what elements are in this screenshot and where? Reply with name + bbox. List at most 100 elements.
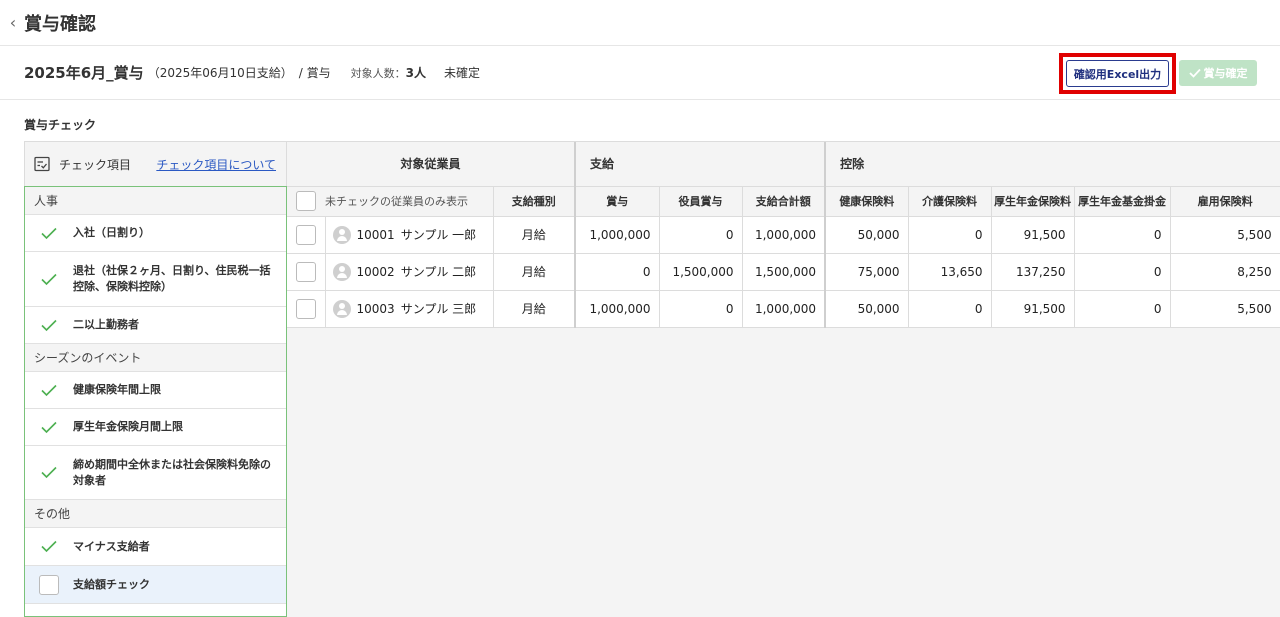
check-item-label: 二以上勤務者 [73,318,139,331]
check-panel-title: チェック項目 [59,157,132,172]
check-icon [25,227,73,240]
cell-executive-bonus: 1,500,000 [659,253,743,291]
chevron-left-icon[interactable]: ‹ [2,13,24,32]
group-header-deduction: 控除 [825,142,1280,187]
check-item-full-leave-exemption[interactable]: 締め期間中全休または社会保険料免除の対象者 [25,446,286,500]
cell-care-insurance: 0 [908,216,992,254]
col-pension-fund: 厚生年金基金掛金 [1074,186,1171,217]
excel-export-button[interactable]: 確認用Excel出力 [1066,60,1169,87]
only-unchecked-filter[interactable]: 未チェックの従業員のみ表示 [325,186,494,217]
target-count-label: 対象人数： [350,66,406,80]
group-header-payment: 支給 [575,142,827,187]
employee-name: サンプル 一郎 [400,228,477,242]
check-item-multiple-employment[interactable]: 二以上勤務者 [25,307,286,344]
employee-name: サンプル 二郎 [400,265,477,279]
check-item-negative-pay[interactable]: マイナス支給者 [25,528,286,566]
row-checkbox[interactable] [295,261,316,282]
cell-payment-total: 1,000,000 [742,216,827,254]
payment-type: 月給 [493,290,577,328]
check-icon [25,540,73,553]
check-item-label: 締め期間中全休または社会保険料免除の対象者 [73,457,271,487]
cell-bonus: 1,000,000 [575,290,660,328]
cell-employment-insurance: 5,500 [1170,216,1280,254]
cell-pension-fund: 0 [1074,290,1171,328]
check-icon [25,421,73,434]
check-item-pension-monthly-cap[interactable]: 厚生年金保険月間上限 [25,409,286,446]
check-item-label: 入社（日割り） [73,226,150,239]
check-item-join[interactable]: 入社（日割り） [25,215,286,252]
payment-type: 月給 [493,216,577,254]
status-badge: 未確定 [444,66,481,80]
bonus-confirm-label: 賞与確定 [1203,67,1248,80]
cell-executive-bonus: 0 [659,216,743,254]
cell-employment-insurance: 8,250 [1170,253,1280,291]
col-pension-insurance: 厚生年金保険料 [991,186,1075,217]
check-panel-header: チェック項目 チェック項目について [24,141,287,186]
payment-type: 月給 [493,253,577,291]
employee-id: 10003 [356,301,395,316]
check-items-help-link[interactable]: チェック項目について [156,156,276,173]
col-care-insurance: 介護保険料 [908,186,992,217]
check-item-health-annual-cap[interactable]: 健康保険年間上限 [25,372,286,409]
employee-name: サンプル 三郎 [400,302,477,316]
cell-pension-insurance: 137,250 [991,253,1075,291]
col-health-insurance: 健康保険料 [825,186,909,217]
page-title: 賞与確認 [24,13,96,35]
employee-table-area: 対象従業員 支給 控除 未チェックの従業員のみ表示 支給種別 賞与 役員賞与 支… [287,141,1280,617]
check-icon [1188,68,1201,78]
avatar [332,225,351,244]
select-all-checkbox[interactable] [296,191,316,211]
target-count: 3人 [405,66,426,80]
cell-payment-total: 1,000,000 [742,290,827,328]
col-executive-bonus: 役員賞与 [659,186,743,217]
cell-health-insurance: 50,000 [825,290,909,328]
check-item-label: 支給額チェック [73,577,150,591]
bonus-confirm-button[interactable]: 賞与確定 [1179,60,1257,86]
cell-pension-insurance: 91,500 [991,216,1075,254]
avatar [332,262,351,281]
cell-employment-insurance: 5,500 [1170,290,1280,328]
cell-care-insurance: 0 [908,290,992,328]
cell-pension-fund: 0 [1074,253,1171,291]
check-category-hr: 人事 [25,187,286,215]
cell-executive-bonus: 0 [659,290,743,328]
cell-pension-fund: 0 [1074,216,1171,254]
employee-id: 10002 [356,264,395,279]
check-item-label: 健康保険年間上限 [73,383,161,396]
table-row[interactable]: 10002 サンプル 二郎 月給 0 1,500,000 1,500,000 75… [287,253,1280,291]
check-icon [25,384,73,397]
check-icon [25,319,73,332]
table-row[interactable]: 10003 サンプル 三郎 月給 1,000,000 0 1,000,000 50… [287,290,1280,328]
cell-bonus: 0 [575,253,660,291]
row-checkbox[interactable] [295,224,316,245]
cell-pension-insurance: 91,500 [991,290,1075,328]
employee-id: 10001 [356,227,395,242]
check-item-leave[interactable]: 退社（社保２ヶ月、日割り、住民税一括控除、保険料控除） [25,252,286,307]
bonus-title: 2025年6月_賞与 [24,64,144,82]
col-payment-total: 支給合計額 [742,186,827,217]
group-header-employee: 対象従業員 [287,142,577,187]
bonus-payment-date: （2025年06月10日支給） [147,66,293,80]
check-list: 人事 入社（日割り） 退社（社保２ヶ月、日割り、住民税一括控除、保険料控除） 二… [24,186,287,617]
col-employment-insurance: 雇用保険料 [1170,186,1280,217]
row-checkbox[interactable] [295,298,316,319]
employee-bonus-table: 対象従業員 支給 控除 未チェックの従業員のみ表示 支給種別 賞与 役員賞与 支… [287,142,1280,328]
check-item-label: マイナス支給者 [73,539,150,553]
check-icon [25,466,73,479]
top-bar: ‹ 賞与確認 [0,0,1280,46]
col-bonus: 賞与 [575,186,660,217]
check-item-pay-amount[interactable]: 支給額チェック [25,566,286,604]
cell-care-insurance: 13,650 [908,253,992,291]
cell-health-insurance: 50,000 [825,216,909,254]
check-icon [25,273,73,286]
check-category-season: シーズンのイベント [25,344,286,372]
section-title: 賞与チェック [24,118,97,132]
table-row[interactable]: 10001 サンプル 一郎 月給 1,000,000 0 1,000,000 50… [287,216,1280,254]
check-panel: チェック項目 チェック項目について 人事 入社（日割り） 退社（社保２ヶ月、日割… [24,141,287,617]
check-category-other: その他 [25,500,286,528]
cell-health-insurance: 75,000 [825,253,909,291]
check-item-checkbox[interactable] [25,574,73,595]
checklist-icon [34,156,50,172]
bonus-type: / 賞与 [298,66,331,80]
check-item-label: 厚生年金保険月間上限 [73,420,183,433]
